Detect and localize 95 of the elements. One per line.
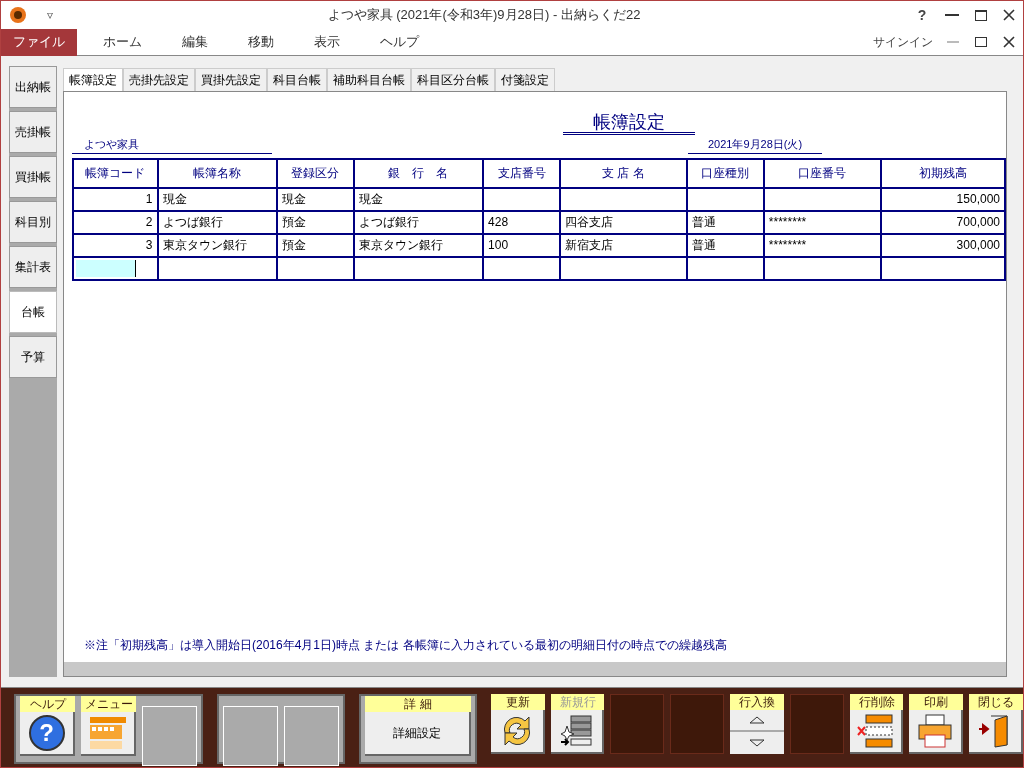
table-cell: 現金 <box>276 187 354 211</box>
button-caption: 印刷 <box>909 694 964 710</box>
menu-item[interactable]: 表示 <box>294 28 360 56</box>
table-cell: 普通 <box>686 210 764 234</box>
table-cell: 現金 <box>157 187 277 211</box>
footnote: ※注「初期残高」は導入開始日(2016年4月1日)時点 または 各帳簿に入力されている最初の明細日付の時点での繰越残高 <box>83 637 728 654</box>
table-cell: 預金 <box>276 233 354 257</box>
new-row-icon <box>558 714 595 748</box>
tab[interactable]: 帳簿設定 <box>63 68 123 91</box>
tab[interactable]: 科目区分台帳 <box>411 68 495 91</box>
column-header: 帳簿コード <box>73 158 158 188</box>
table-cell: 預金 <box>276 210 354 234</box>
table-cell: 普通 <box>686 233 764 257</box>
button-caption: 詳 細 <box>364 696 471 712</box>
table-cell: 2 <box>73 210 158 234</box>
column-header: 登録区分 <box>276 158 354 188</box>
menu-button[interactable] <box>81 712 136 756</box>
menu-item[interactable]: ホーム <box>83 28 162 56</box>
help-button[interactable]: ? <box>20 712 75 756</box>
button-caption: ヘルプ <box>20 696 75 712</box>
empty-slot <box>670 694 725 754</box>
table-cell: 新宿支店 <box>560 233 687 257</box>
detail-settings-button[interactable]: 詳細設定 <box>364 712 471 756</box>
table-cell: 700,000 <box>880 210 1005 234</box>
table-cell: 東京タウン銀行 <box>353 233 484 257</box>
menu-grid-icon <box>87 715 128 751</box>
restore-icon[interactable] <box>975 37 987 47</box>
down-triangle-icon <box>748 739 765 747</box>
column-header: 銀 行 名 <box>353 158 484 188</box>
button-caption: 閉じる <box>969 694 1023 710</box>
tab[interactable]: 付箋設定 <box>495 68 555 91</box>
app-logo-icon <box>9 6 27 24</box>
printer-icon <box>917 713 954 749</box>
side-tab[interactable]: 集計表 <box>9 246 57 288</box>
side-tab[interactable]: 売掛帳 <box>9 111 57 153</box>
table-cell: 428 <box>483 210 561 234</box>
table-cell: ******** <box>763 233 881 257</box>
tab[interactable]: 買掛先設定 <box>195 68 267 91</box>
column-header: 帳簿名称 <box>157 158 277 188</box>
table-cell: 100 <box>483 233 561 257</box>
exit-button[interactable] <box>969 710 1023 754</box>
tab[interactable]: 売掛先設定 <box>123 68 195 91</box>
print-button[interactable] <box>909 710 964 754</box>
table-cell: 1 <box>73 187 158 211</box>
side-tab[interactable]: 科目別 <box>9 201 57 243</box>
side-tab[interactable]: 予算 <box>9 336 57 378</box>
move-down-button[interactable] <box>730 732 784 754</box>
form-title: 帳簿設定 <box>563 112 695 135</box>
side-tab[interactable]: 台帳 <box>9 291 57 333</box>
maximize-icon[interactable] <box>975 9 987 21</box>
column-header: 口座番号 <box>763 158 881 188</box>
tab[interactable]: 科目台帳 <box>267 68 327 91</box>
deleterow-button[interactable] <box>849 710 904 754</box>
quick-access-caret[interactable]: ▿ <box>47 6 53 24</box>
button-caption: 行削除 <box>849 694 904 710</box>
side-tab[interactable]: 買掛帳 <box>9 156 57 198</box>
sign-in-link[interactable]: サインイン <box>873 33 933 51</box>
table-cell: 四谷支店 <box>560 210 687 234</box>
close-icon[interactable] <box>1003 36 1015 48</box>
column-header: 支 店 名 <box>560 158 687 188</box>
code-input[interactable] <box>76 259 136 277</box>
table-cell: 3 <box>73 233 158 257</box>
company-name: よつや家具 <box>72 136 272 154</box>
button-caption: メニュー <box>81 696 136 712</box>
menu-item[interactable]: 編集 <box>162 28 228 56</box>
close-icon[interactable] <box>1003 9 1015 21</box>
empty-slot <box>789 694 844 754</box>
button-caption: 新規行 <box>550 694 605 710</box>
table-cell: よつば銀行 <box>353 210 484 234</box>
column-header: 支店番号 <box>483 158 561 188</box>
menu-item[interactable]: ヘルプ <box>360 28 439 56</box>
help-button[interactable]: ? <box>915 4 929 26</box>
column-header: 口座種別 <box>686 158 764 188</box>
menu-item[interactable]: 移動 <box>228 28 294 56</box>
up-triangle-icon <box>748 716 765 724</box>
menu-item[interactable]: ファイル <box>1 28 77 56</box>
report-date: 2021年9月28日(火) <box>688 136 822 154</box>
window-title: よつや家具 (2021年(令和3年)9月28日) - 出納らくだ22 <box>326 6 642 25</box>
button-caption: 行入換 <box>730 694 784 710</box>
table-cell: 東京タウン銀行 <box>157 233 277 257</box>
newrow-button[interactable] <box>550 710 605 754</box>
move-up-button[interactable] <box>730 710 784 732</box>
table-cell: 150,000 <box>880 187 1005 211</box>
button-caption: 更新 <box>490 694 545 710</box>
table-cell: 300,000 <box>880 233 1005 257</box>
delete-row-icon <box>855 713 896 749</box>
help-icon: ? <box>28 715 65 751</box>
table-cell: 現金 <box>353 187 484 211</box>
empty-slot <box>610 694 665 754</box>
side-tab[interactable]: 出納帳 <box>9 66 57 108</box>
table-cell: ******** <box>763 210 881 234</box>
refresh-button[interactable] <box>490 710 545 754</box>
column-header: 初期残高 <box>880 158 1005 188</box>
tab[interactable]: 補助科目台帳 <box>327 68 411 91</box>
table-cell: よつば銀行 <box>157 210 277 234</box>
